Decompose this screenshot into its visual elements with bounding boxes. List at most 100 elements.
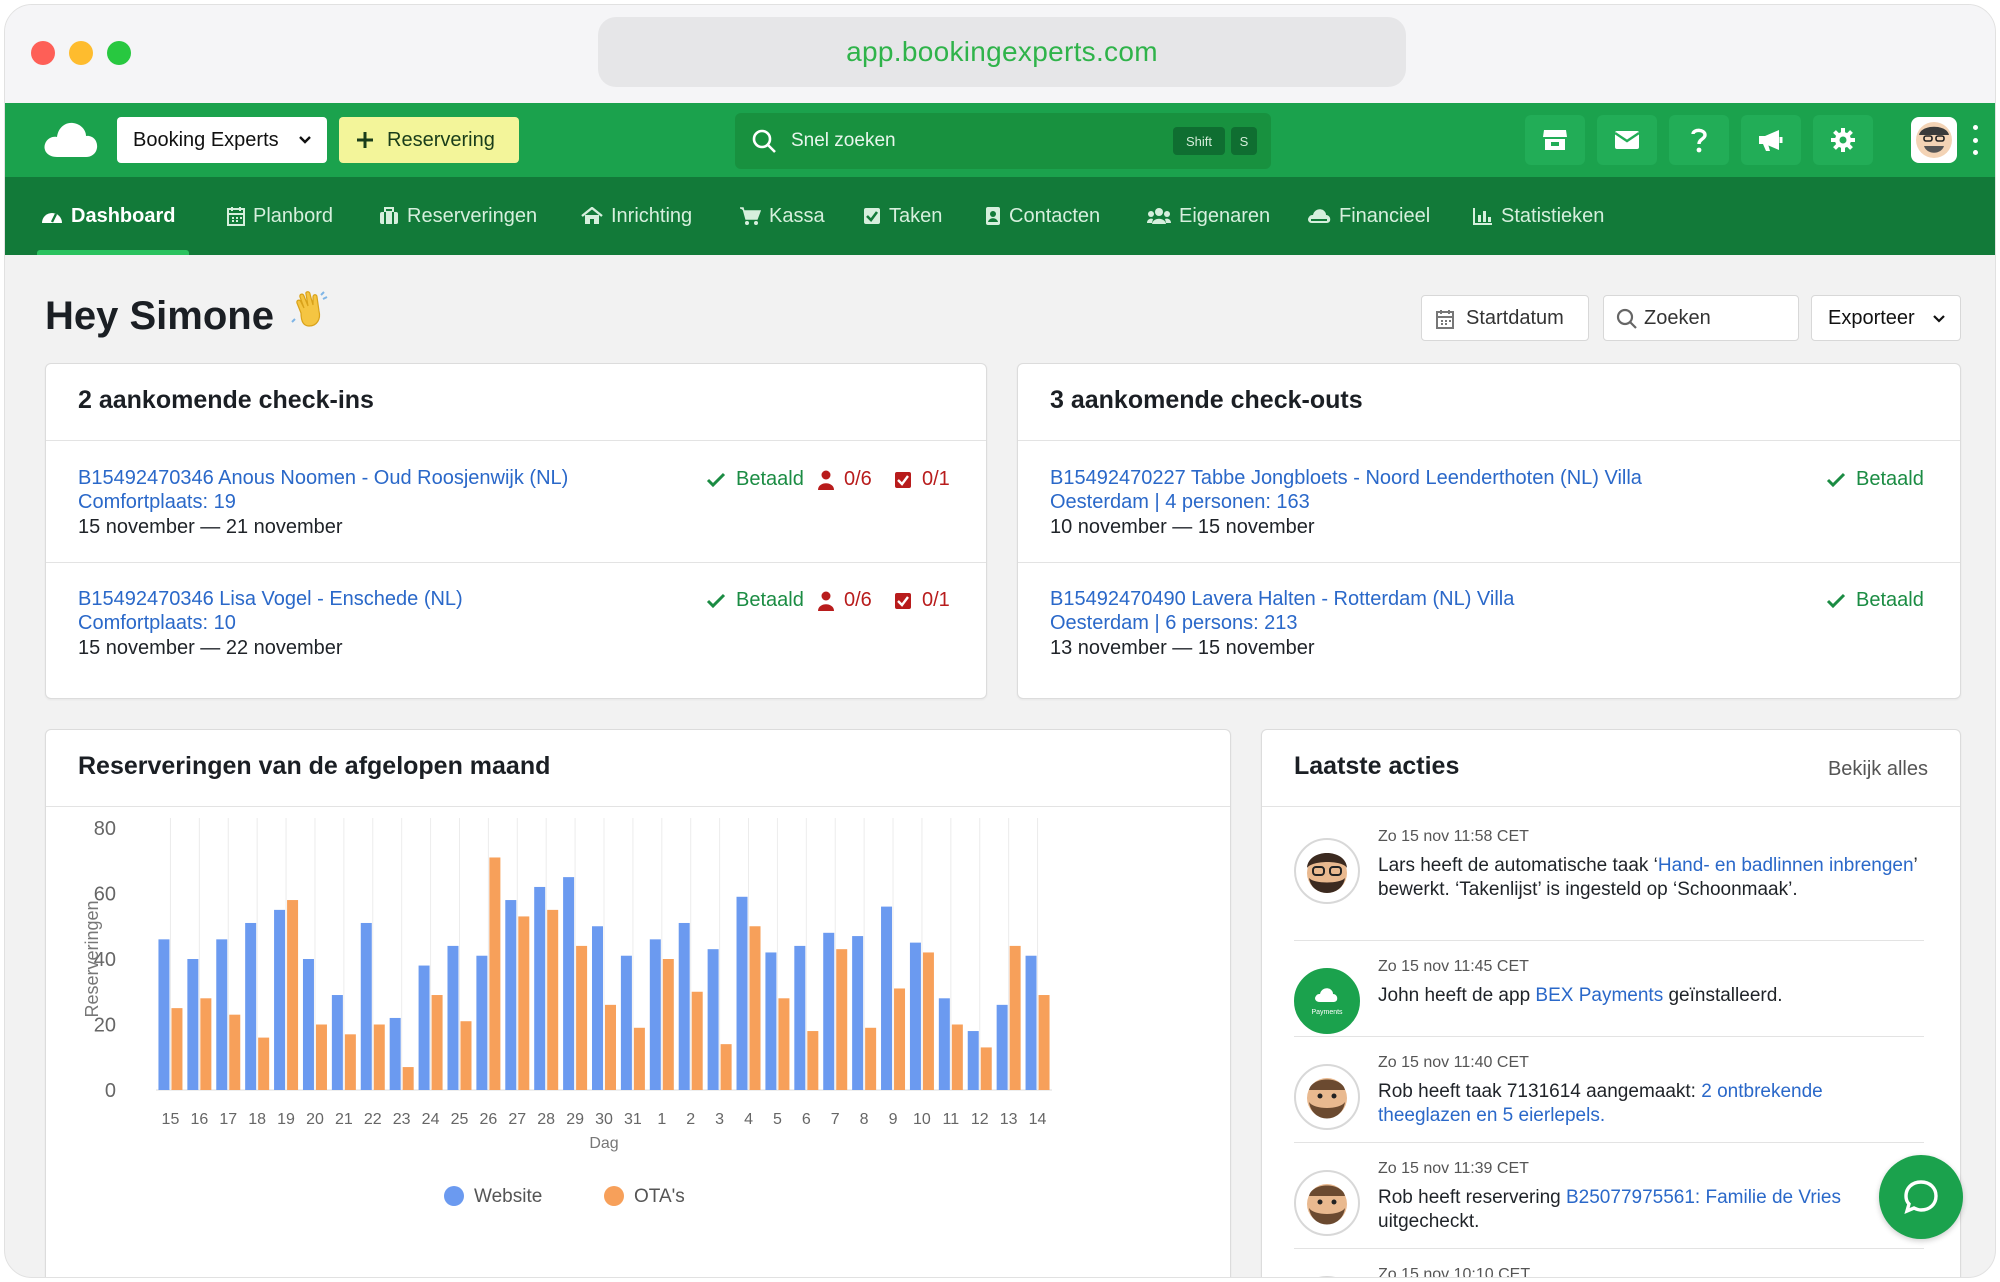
bar-ota bbox=[287, 900, 299, 1090]
bar-website bbox=[274, 909, 286, 1090]
nav-reserveringen[interactable]: Reserveringen bbox=[379, 177, 537, 255]
bar-website bbox=[909, 942, 921, 1090]
activity-item: Zo 15 nov 11:58 CET Lars heeft de automa… bbox=[1294, 828, 1924, 938]
plus-icon bbox=[357, 132, 373, 148]
user-avatar-icon bbox=[1307, 1184, 1347, 1225]
minimize-window-button[interactable] bbox=[69, 41, 93, 65]
x-tick-label: 25 bbox=[451, 1111, 469, 1128]
activity-link[interactable]: BEX Payments bbox=[1535, 985, 1663, 1006]
x-tick-label: 13 bbox=[1000, 1111, 1018, 1128]
bar-website bbox=[331, 995, 343, 1090]
nav-statistieken-label: Statistieken bbox=[1501, 204, 1605, 227]
calendar-icon bbox=[227, 207, 245, 226]
paid-status: Betaald bbox=[1826, 468, 1924, 491]
activity-item: Payments Zo 15 nov 11:45 CET John heeft … bbox=[1294, 958, 1924, 1038]
url-text: app.bookingexperts.com bbox=[846, 36, 1158, 67]
cart-icon bbox=[740, 207, 761, 225]
bar-ota bbox=[344, 1034, 356, 1090]
messages-button[interactable] bbox=[1597, 115, 1657, 165]
quick-search-input[interactable]: Snel zoeken Shift S bbox=[735, 113, 1271, 169]
bar-ota bbox=[489, 857, 501, 1090]
address-bar[interactable]: app.bookingexperts.com bbox=[598, 17, 1406, 87]
activity-link[interactable]: B25077975561: Familie de Vries bbox=[1566, 1187, 1841, 1208]
start-date-label: Startdatum bbox=[1466, 306, 1564, 329]
settings-button[interactable] bbox=[1813, 115, 1873, 165]
new-reservation-button[interactable]: Reservering bbox=[339, 117, 519, 163]
x-tick-label: 10 bbox=[913, 1111, 931, 1128]
activity-time: Zo 15 nov 11:40 CET bbox=[1378, 1054, 1529, 1071]
main-nav: Dashboard Planbord Reserveringen Inricht… bbox=[5, 177, 1995, 255]
nav-statistieken[interactable]: Statistieken bbox=[1473, 177, 1604, 255]
x-tick-label: 28 bbox=[537, 1111, 555, 1128]
start-date-button[interactable]: Startdatum bbox=[1421, 295, 1589, 341]
envelope-icon bbox=[1614, 131, 1640, 149]
close-window-button[interactable] bbox=[31, 41, 55, 65]
list-item: B15492470346 Anous Noomen - Oud Roosjenw… bbox=[46, 442, 986, 562]
bar-ota bbox=[200, 998, 212, 1090]
chat-support-button[interactable] bbox=[1879, 1155, 1963, 1239]
x-tick-label: 20 bbox=[306, 1111, 324, 1128]
bar-website bbox=[938, 998, 950, 1090]
reservations-bar-chart: 02040608015 16 17 18 19 20 21 22 23 24 25 26 27 28 29 3… bbox=[82, 818, 1052, 1207]
bar-ota bbox=[547, 909, 559, 1090]
bar-website bbox=[360, 922, 372, 1090]
store-button[interactable] bbox=[1525, 115, 1585, 165]
avatar bbox=[1294, 1064, 1360, 1130]
nav-kassa[interactable]: Kassa bbox=[739, 177, 825, 255]
view-all-link[interactable]: Bekijk alles bbox=[1828, 758, 1928, 781]
activity-text-before: John heeft de app bbox=[1378, 985, 1536, 1006]
x-tick-label: 1 bbox=[657, 1111, 666, 1128]
bar-website bbox=[678, 922, 690, 1090]
bar-website bbox=[765, 952, 777, 1090]
nav-financieel[interactable]: Financieel bbox=[1307, 177, 1430, 255]
greeting-text: Hey Simone bbox=[45, 294, 274, 338]
nav-taken[interactable]: Taken bbox=[863, 177, 942, 255]
avatar bbox=[1294, 1276, 1360, 1277]
check-icon bbox=[706, 593, 726, 608]
bar-ota bbox=[836, 949, 848, 1090]
check-icon bbox=[1826, 593, 1846, 608]
bar-website bbox=[447, 945, 459, 1090]
nav-dashboard[interactable]: Dashboard bbox=[36, 177, 190, 255]
y-tick-label: 0 bbox=[105, 1080, 116, 1102]
nav-inrichting[interactable]: Inrichting bbox=[581, 177, 692, 255]
export-button[interactable]: Exporteer bbox=[1811, 295, 1961, 341]
checkout-reservation-link[interactable]: B15492470490 Lavera Halten - Rotterdam (… bbox=[1050, 587, 1550, 635]
store-icon bbox=[1543, 130, 1567, 150]
checkout-reservation-link[interactable]: B15492470227 Tabbe Jongbloets - Noord Le… bbox=[1050, 466, 1650, 514]
activity-text-before: Rob heeft reservering bbox=[1378, 1187, 1566, 1208]
list-item: B15492470346 Lisa Vogel - Enschede (NL) … bbox=[46, 562, 986, 682]
maximize-window-button[interactable] bbox=[107, 41, 131, 65]
nav-planbord[interactable]: Planbord bbox=[227, 177, 333, 255]
cloud-icon bbox=[1308, 209, 1331, 223]
more-menu-icon[interactable] bbox=[1973, 125, 1979, 155]
bar-website bbox=[418, 965, 430, 1090]
top-bar: Booking Experts Reservering Snel zoeken … bbox=[5, 103, 1995, 177]
account-select[interactable]: Booking Experts bbox=[117, 117, 327, 163]
user-avatar[interactable] bbox=[1911, 117, 1957, 163]
activity-text: Rob heeft taak 7131614 aangemaakt: 2 ont… bbox=[1378, 1080, 1918, 1128]
x-tick-label: 2 bbox=[686, 1111, 695, 1128]
paid-label: Betaald bbox=[1856, 589, 1924, 611]
user-avatar-icon bbox=[1307, 1078, 1347, 1119]
dashboard-icon bbox=[42, 213, 62, 223]
cloud-logo-icon[interactable] bbox=[43, 119, 99, 159]
list-item: B15492470227 Tabbe Jongbloets - Noord Le… bbox=[1018, 442, 1960, 562]
activity-text: John heeft de app BEX Payments geïnstall… bbox=[1378, 984, 1918, 1008]
checkout-dates: 10 november — 15 november bbox=[1050, 516, 1315, 538]
checkin-reservation-link[interactable]: B15492470346 Anous Noomen - Oud Roosjenw… bbox=[78, 466, 598, 514]
activities-card: Laatste acties Bekijk alles Zo 15 nov 11… bbox=[1261, 729, 1961, 1277]
bar-website bbox=[967, 1031, 979, 1090]
announcements-button[interactable] bbox=[1741, 115, 1801, 165]
nav-contacten[interactable]: Contacten bbox=[985, 177, 1100, 255]
x-tick-label: 15 bbox=[162, 1111, 180, 1128]
bar-website bbox=[187, 959, 199, 1090]
nav-eigenaren[interactable]: Eigenaren bbox=[1147, 177, 1270, 255]
bar-website bbox=[245, 922, 257, 1090]
guest-count: 0/6 bbox=[818, 589, 872, 612]
x-tick-label: 19 bbox=[277, 1111, 295, 1128]
activity-link[interactable]: Hand- en badlinnen inbrengen bbox=[1658, 855, 1914, 876]
checkin-reservation-link[interactable]: B15492470346 Lisa Vogel - Enschede (NL) … bbox=[78, 587, 538, 635]
dashboard-search-input[interactable]: Zoeken bbox=[1603, 295, 1799, 341]
help-button[interactable] bbox=[1669, 115, 1729, 165]
